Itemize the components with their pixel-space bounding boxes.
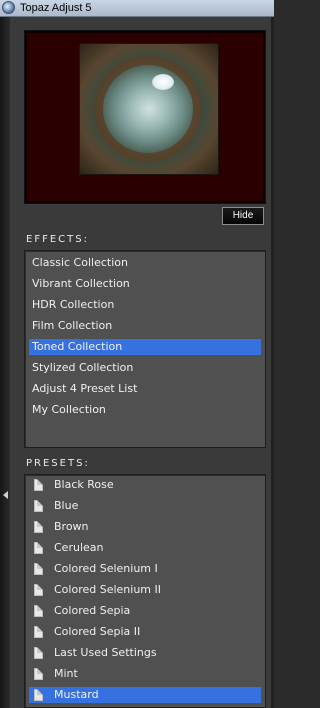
preset-document-icon xyxy=(34,521,43,533)
effects-item[interactable]: My Collection xyxy=(29,402,261,418)
preset-item[interactable]: Colored Sepia xyxy=(29,603,261,619)
preset-item[interactable]: Blue xyxy=(29,498,261,514)
presets-label: PRESETS: xyxy=(26,458,90,469)
preset-document-icon xyxy=(34,605,43,617)
preset-item[interactable]: Mustard xyxy=(29,687,261,703)
preset-item-label: Last Used Settings xyxy=(54,646,157,659)
effects-item-label: Adjust 4 Preset List xyxy=(32,382,138,395)
collapse-arrow-icon[interactable] xyxy=(3,491,8,499)
preset-item-label: Brown xyxy=(54,520,89,533)
effects-item[interactable]: HDR Collection xyxy=(29,297,261,313)
panel-edge xyxy=(271,17,274,708)
preset-document-icon xyxy=(34,479,43,491)
preset-document-icon xyxy=(34,500,43,512)
preset-item[interactable]: Cerulean xyxy=(29,540,261,556)
window-title: Topaz Adjust 5 xyxy=(20,2,92,14)
preset-item[interactable]: Colored Sepia II xyxy=(29,624,261,640)
preview-thumbnail xyxy=(79,43,219,175)
preset-item-label: Colored Selenium II xyxy=(54,583,161,596)
effects-item-label: Vibrant Collection xyxy=(32,277,130,290)
preset-item[interactable]: Black Rose xyxy=(29,477,261,493)
preview-frame xyxy=(24,30,266,204)
preset-document-icon xyxy=(34,668,43,680)
hide-button[interactable]: Hide xyxy=(222,207,264,225)
preset-item-label: Colored Selenium I xyxy=(54,562,158,575)
effects-item-label: Stylized Collection xyxy=(32,361,134,374)
title-bar: Topaz Adjust 5 xyxy=(0,0,274,17)
effects-item[interactable]: Vibrant Collection xyxy=(29,276,261,292)
effects-item[interactable]: Adjust 4 Preset List xyxy=(29,381,261,397)
effects-item-label: HDR Collection xyxy=(32,298,115,311)
preset-item-label: Colored Sepia xyxy=(54,604,131,617)
app-icon xyxy=(2,1,15,14)
preset-item-label: Mint xyxy=(54,667,78,680)
effects-list[interactable]: Classic Collection Vibrant Collection HDR … xyxy=(24,250,266,448)
effects-item-label: Classic Collection xyxy=(32,256,128,269)
effects-item[interactable]: Stylized Collection xyxy=(29,360,261,376)
preset-item[interactable]: Colored Selenium I xyxy=(29,561,261,577)
preset-item-label: Mustard xyxy=(54,688,99,701)
effects-item-label: Film Collection xyxy=(32,319,113,332)
effects-item-label: Toned Collection xyxy=(32,340,123,353)
preset-item[interactable]: Colored Selenium II xyxy=(29,582,261,598)
effects-item-label: My Collection xyxy=(32,403,106,416)
preset-document-icon xyxy=(34,542,43,554)
effects-item[interactable]: Toned Collection xyxy=(29,339,261,355)
effects-item[interactable]: Classic Collection xyxy=(29,255,261,271)
preset-item-label: Colored Sepia II xyxy=(54,625,141,638)
preset-item[interactable]: Mint xyxy=(29,666,261,682)
preset-document-icon xyxy=(34,626,43,638)
preset-item[interactable]: Brown xyxy=(29,519,261,535)
presets-list[interactable]: Black Rose Blue Brown Cerulean Colored Selen… xyxy=(24,474,266,708)
preset-item-label: Blue xyxy=(54,499,79,512)
preset-document-icon xyxy=(34,563,43,575)
preset-document-icon xyxy=(34,584,43,596)
preset-item[interactable]: Last Used Settings xyxy=(29,645,261,661)
preset-item-label: Black Rose xyxy=(54,478,114,491)
side-panel-strip xyxy=(0,17,10,708)
preview-thumbnail-ring xyxy=(94,56,202,162)
effects-item[interactable]: Film Collection xyxy=(29,318,261,334)
preview-background xyxy=(27,33,263,201)
preset-document-icon xyxy=(34,689,43,701)
preset-document-icon xyxy=(34,647,43,659)
preset-item-label: Cerulean xyxy=(54,541,104,554)
preview-thumbnail-highlight xyxy=(152,74,174,90)
effects-label: EFFECTS: xyxy=(26,234,89,245)
